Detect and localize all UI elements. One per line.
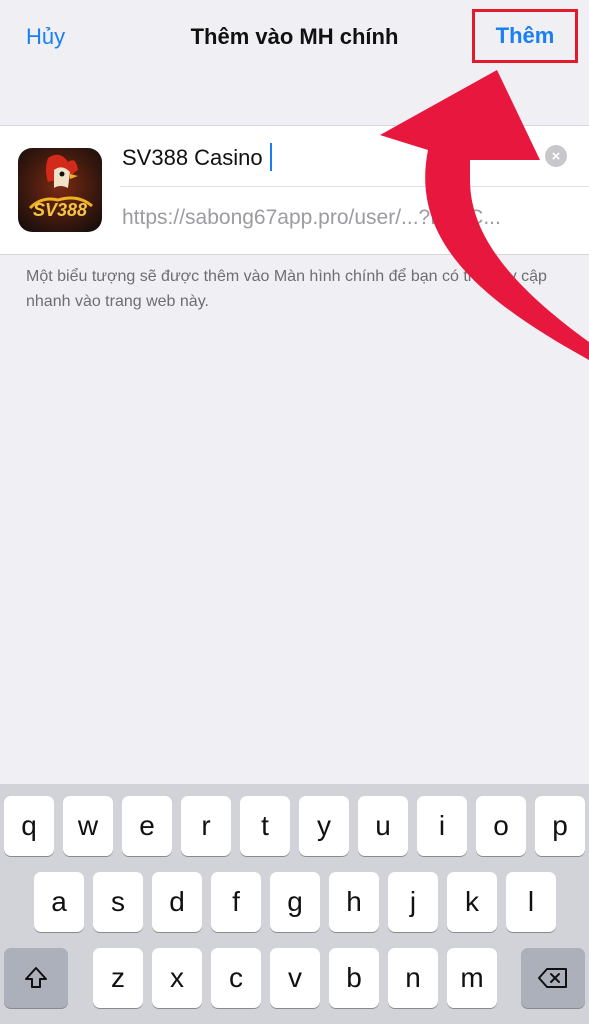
field-divider bbox=[120, 186, 589, 187]
url-field: https://sabong67app.pro/user/...?Pu=C... bbox=[122, 206, 501, 229]
key-t[interactable]: t bbox=[240, 796, 290, 856]
key-c[interactable]: c bbox=[211, 948, 261, 1008]
add-button-label: Thêm bbox=[495, 23, 555, 48]
key-h[interactable]: h bbox=[329, 872, 379, 932]
clear-text-icon[interactable]: × bbox=[545, 145, 567, 167]
key-e[interactable]: e bbox=[122, 796, 172, 856]
app-icon: SV388 bbox=[18, 148, 102, 232]
shift-icon bbox=[25, 967, 47, 988]
key-g[interactable]: g bbox=[270, 872, 320, 932]
key-y[interactable]: y bbox=[299, 796, 349, 856]
keyboard: q w e r t y u i o p a s d f g h j k l z … bbox=[0, 784, 589, 1024]
key-n[interactable]: n bbox=[388, 948, 438, 1008]
key-s[interactable]: s bbox=[93, 872, 143, 932]
key-q[interactable]: q bbox=[4, 796, 54, 856]
key-k[interactable]: k bbox=[447, 872, 497, 932]
key-a[interactable]: a bbox=[34, 872, 84, 932]
key-l[interactable]: l bbox=[506, 872, 556, 932]
key-r[interactable]: r bbox=[181, 796, 231, 856]
key-w[interactable]: w bbox=[63, 796, 113, 856]
key-m[interactable]: m bbox=[447, 948, 497, 1008]
key-i[interactable]: i bbox=[417, 796, 467, 856]
shift-key[interactable] bbox=[4, 948, 68, 1008]
key-d[interactable]: d bbox=[152, 872, 202, 932]
key-z[interactable]: z bbox=[93, 948, 143, 1008]
delete-key[interactable] bbox=[521, 948, 585, 1008]
key-p[interactable]: p bbox=[535, 796, 585, 856]
add-button[interactable]: Thêm bbox=[472, 9, 578, 63]
bookmark-name-input[interactable] bbox=[122, 140, 522, 176]
navigation-bar: Hủy Thêm vào MH chính Thêm bbox=[0, 0, 589, 78]
key-o[interactable]: o bbox=[476, 796, 526, 856]
backspace-icon bbox=[538, 968, 567, 988]
hint-text: Một biểu tượng sẽ được thêm vào Màn hình… bbox=[26, 268, 547, 310]
key-j[interactable]: j bbox=[388, 872, 438, 932]
key-x[interactable]: x bbox=[152, 948, 202, 1008]
key-u[interactable]: u bbox=[358, 796, 408, 856]
key-b[interactable]: b bbox=[329, 948, 379, 1008]
add-to-home-form: SV388 https://sabong67app.pro/user/...?P… bbox=[0, 125, 589, 255]
app-icon-logo-text: SV388 bbox=[33, 200, 87, 220]
text-cursor bbox=[270, 143, 272, 171]
key-v[interactable]: v bbox=[270, 948, 320, 1008]
key-f[interactable]: f bbox=[211, 872, 261, 932]
